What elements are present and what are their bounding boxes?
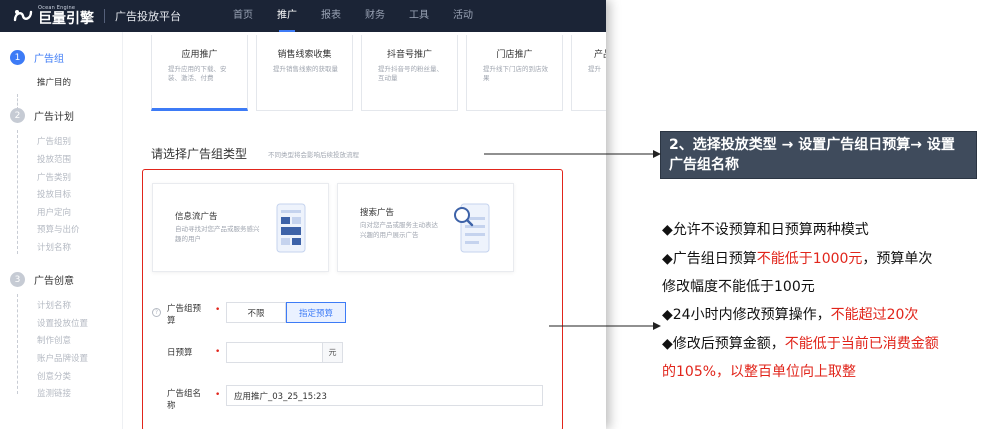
promo-card-leads[interactable]: 销售线索收集 提升销售线索的获取量 (256, 35, 353, 111)
currency-unit: 元 (322, 342, 343, 363)
promo-card-desc: 提升线下门店的到店效果 (483, 65, 548, 83)
type-card-feed[interactable]: 信息流广告 自动寻找对您产品或服务感兴趣的用户 (152, 183, 329, 272)
nav-activities[interactable]: 活动 (441, 0, 485, 32)
required-mark: • (215, 305, 221, 315)
promo-card-title: 销售线索收集 (277, 50, 332, 60)
required-mark: • (215, 390, 221, 400)
step-callout: 2、选择投放类型 → 设置广告组日预算→ 设置广告组名称 (660, 131, 977, 179)
step-connector (17, 294, 19, 394)
promo-card-desc: 提升应用的下载、安装、激活、付费 (168, 65, 227, 83)
main-content: 应用推广 提升应用的下载、安装、激活、付费 销售线索收集 提升销售线索的获取量 … (122, 32, 606, 429)
logo-chinese-text: 巨量引擎 (38, 11, 94, 27)
note-text: ◆允许不设预算和日预算两种模式 (662, 222, 869, 238)
sidebar-sub-item[interactable]: 监测链接 (37, 387, 71, 399)
promo-card-store[interactable]: 门店推广 提升线下门店的到店效果 (466, 35, 563, 111)
platform-name: 广告投放平台 (115, 10, 181, 23)
highlighted-text: 的105%，以整百单位向上取整 (662, 364, 857, 380)
daily-budget-input[interactable] (226, 342, 322, 363)
note-text: ◆24小时内修改预算操作， (662, 307, 831, 323)
step-title: 广告创意 (34, 276, 74, 287)
rule-note-line: ◆广告组日预算不能低于1000元，预算单次 (662, 248, 932, 268)
search-phone-icon (451, 203, 491, 257)
promo-card-desc: 提升销售线索的获取量 (273, 65, 338, 73)
budget-mode-toggle: 不限 指定预算 (226, 302, 346, 323)
ocean-engine-logo-icon (12, 7, 34, 25)
note-text: ◆修改后预算金额， (662, 336, 785, 352)
sidebar-sub-item[interactable]: 广告类别 (37, 171, 71, 183)
promo-card-desc: 提升抖音号的粉丝量、互动量 (378, 65, 443, 83)
sidebar-sub-item[interactable]: 投放范围 (37, 153, 71, 165)
budget-specified-button[interactable]: 指定预算 (286, 302, 346, 323)
promo-card-desc: 提升 (588, 65, 601, 73)
sidebar-sub-item[interactable]: 账户品牌设置 (37, 352, 88, 364)
nav-reports[interactable]: 报表 (309, 0, 353, 32)
highlighted-text: 不能超过20次 (830, 307, 919, 323)
highlighted-text: 不能低于当前已消费金额 (784, 336, 939, 352)
rule-note-line: 修改幅度不能低于100元 (662, 276, 815, 296)
sidebar-sub-item[interactable]: 设置投放位置 (37, 317, 88, 329)
sidebar-sub-item[interactable]: 创意分类 (37, 370, 71, 382)
type-card-title: 搜索广告 (360, 208, 395, 218)
top-navigation-bar: Ocean Engine 巨量引擎 广告投放平台 首页 推广 报表 财务 工具 … (0, 0, 606, 32)
promo-card-title: 门店推广 (496, 50, 533, 60)
step-ad-plan[interactable]: 2 广告计划 (10, 108, 74, 123)
type-card-title: 信息流广告 (175, 212, 218, 222)
budget-label: 广告组预算 (167, 304, 202, 326)
type-card-desc: 向对您产品或服务主动表达兴趣的用户展示广告 (360, 221, 438, 239)
group-type-title: 请选择广告组类型 (151, 147, 248, 161)
ocean-engine-logo[interactable]: Ocean Engine 巨量引擎 (12, 6, 94, 26)
step-title: 广告计划 (34, 112, 74, 123)
sidebar-sub-item[interactable]: 预算与出价 (37, 223, 80, 235)
step-ad-group[interactable]: 1 广告组 (10, 50, 64, 65)
rule-note-line: ◆24小时内修改预算操作，不能超过20次 (662, 304, 918, 324)
step-number-badge: 3 (10, 272, 25, 287)
daily-budget-label: 日预算 (167, 348, 193, 358)
step-number-badge: 1 (10, 50, 25, 65)
rule-note-line: ◆修改后预算金额，不能低于当前已消费金额 (662, 333, 939, 353)
budget-unlimited-button[interactable]: 不限 (226, 302, 286, 323)
nav-promotion[interactable]: 推广 (265, 0, 309, 32)
feed-phone-icon (276, 203, 306, 257)
type-card-desc: 自动寻找对您产品或服务感兴趣的用户 (175, 225, 260, 243)
sidebar-sub-item[interactable]: 制作创意 (37, 334, 71, 346)
group-type-hint: 不同类型将会影响后续投放流程 (268, 151, 359, 159)
help-icon[interactable]: ? (152, 308, 161, 317)
sidebar-sub-item[interactable]: 投放目标 (37, 188, 71, 200)
note-text: ，预算单次 (862, 251, 933, 267)
nav-home[interactable]: 首页 (221, 0, 265, 32)
main-nav: 首页 推广 报表 财务 工具 活动 (221, 0, 485, 32)
type-card-search[interactable]: 搜索广告 向对您产品或服务主动表达兴趣的用户展示广告 (337, 183, 514, 272)
logo-divider (104, 9, 105, 23)
promo-card-title: 抖音号推广 (386, 50, 432, 60)
note-text: 修改幅度不能低于100元 (662, 279, 815, 295)
sidebar-sub-item[interactable]: 广告组别 (37, 135, 71, 147)
sidebar-sub-item[interactable]: 计划名称 (37, 241, 71, 253)
rule-note-line: 的105%，以整百单位向上取整 (662, 361, 856, 381)
group-name-input[interactable]: 应用推广_03_25_15:23 (226, 385, 543, 406)
sidebar-sub-item[interactable]: 用户定向 (37, 206, 71, 218)
required-mark: • (215, 347, 221, 357)
step-connector (17, 130, 19, 254)
highlighted-text: 不能低于1000元 (756, 251, 863, 267)
promo-card-title: 产品 (594, 50, 606, 60)
ad-platform-window: Ocean Engine 巨量引擎 广告投放平台 首页 推广 报表 财务 工具 … (0, 0, 606, 429)
promo-card-douyin[interactable]: 抖音号推广 提升抖音号的粉丝量、互动量 (361, 35, 458, 111)
promo-card-title: 应用推广 (181, 50, 218, 60)
promo-card-product[interactable]: 产品 提升 (571, 35, 606, 111)
step-title: 广告组 (34, 54, 64, 65)
step-ad-creative[interactable]: 3 广告创意 (10, 272, 74, 287)
group-name-label: 广告组名称 (167, 389, 202, 411)
promo-card-app[interactable]: 应用推广 提升应用的下载、安装、激活、付费 (151, 35, 248, 111)
note-text: ◆广告组日预算 (662, 251, 757, 267)
rule-note-line: ◆允许不设预算和日预算两种模式 (662, 219, 869, 239)
sidebar-sub-promotion-goal[interactable]: 推广目的 (37, 76, 71, 88)
nav-tools[interactable]: 工具 (397, 0, 441, 32)
nav-finance[interactable]: 财务 (353, 0, 397, 32)
step-number-badge: 2 (10, 108, 25, 123)
step-sidebar: 1 广告组 推广目的 2 广告计划 广告组别 投放范围 广告类别 投放目标 用户… (0, 32, 122, 429)
sidebar-sub-item[interactable]: 计划名称 (37, 299, 71, 311)
